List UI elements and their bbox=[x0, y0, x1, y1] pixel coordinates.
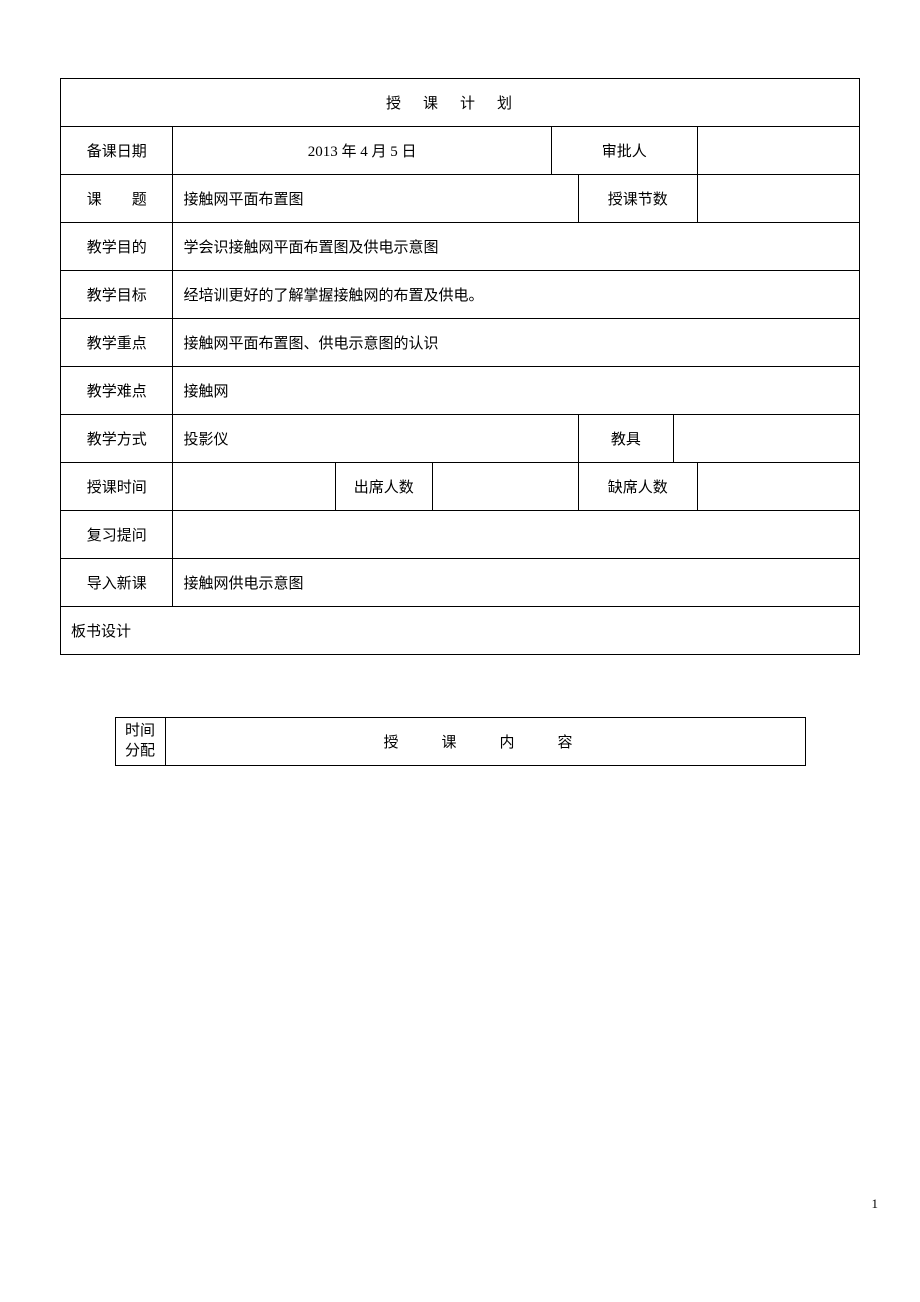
label-approver: 审批人 bbox=[551, 127, 697, 175]
value-board: 板书设计 bbox=[61, 607, 860, 655]
value-approver bbox=[697, 127, 859, 175]
value-absent bbox=[697, 463, 859, 511]
label-intro: 导入新课 bbox=[61, 559, 173, 607]
label-focus: 教学重点 bbox=[61, 319, 173, 367]
row-purpose: 教学目的 学会识接触网平面布置图及供电示意图 bbox=[61, 223, 860, 271]
label-aid: 教具 bbox=[578, 415, 673, 463]
lesson-plan-table: 授课计划 备课日期 2013 年 4 月 5 日 审批人 课 题 接触网平面布置… bbox=[60, 78, 860, 655]
value-intro: 接触网供电示意图 bbox=[173, 559, 860, 607]
value-difficulty: 接触网 bbox=[173, 367, 860, 415]
content-table: 时间 分配 授 课 内 容 bbox=[115, 717, 806, 766]
label-content-title: 授 课 内 容 bbox=[165, 718, 805, 766]
value-method: 投影仪 bbox=[173, 415, 578, 463]
label-prep-date: 备课日期 bbox=[61, 127, 173, 175]
row-difficulty: 教学难点 接触网 bbox=[61, 367, 860, 415]
value-subject: 接触网平面布置图 bbox=[173, 175, 578, 223]
label-difficulty: 教学难点 bbox=[61, 367, 173, 415]
value-review bbox=[173, 511, 860, 559]
plan-title: 授课计划 bbox=[61, 79, 860, 127]
title-row: 授课计划 bbox=[61, 79, 860, 127]
row-focus: 教学重点 接触网平面布置图、供电示意图的认识 bbox=[61, 319, 860, 367]
value-prep-date: 2013 年 4 月 5 日 bbox=[173, 127, 551, 175]
label-time: 授课时间 bbox=[61, 463, 173, 511]
content-header-row: 时间 分配 授 课 内 容 bbox=[115, 718, 805, 766]
value-focus: 接触网平面布置图、供电示意图的认识 bbox=[173, 319, 860, 367]
row-intro: 导入新课 接触网供电示意图 bbox=[61, 559, 860, 607]
row-review: 复习提问 bbox=[61, 511, 860, 559]
value-goal: 经培训更好的了解掌握接触网的布置及供电。 bbox=[173, 271, 860, 319]
label-present: 出席人数 bbox=[335, 463, 432, 511]
label-goal: 教学目标 bbox=[61, 271, 173, 319]
page-number: 1 bbox=[872, 1196, 879, 1212]
row-board: 板书设计 bbox=[61, 607, 860, 655]
label-absent: 缺席人数 bbox=[578, 463, 697, 511]
row-subject: 课 题 接触网平面布置图 授课节数 bbox=[61, 175, 860, 223]
row-method: 教学方式 投影仪 教具 bbox=[61, 415, 860, 463]
row-time: 授课时间 出席人数 缺席人数 bbox=[61, 463, 860, 511]
value-present bbox=[432, 463, 578, 511]
label-review: 复习提问 bbox=[61, 511, 173, 559]
label-periods: 授课节数 bbox=[578, 175, 697, 223]
label-time-alloc: 时间 分配 bbox=[115, 718, 165, 766]
value-aid bbox=[673, 415, 859, 463]
value-periods bbox=[697, 175, 859, 223]
row-goal: 教学目标 经培训更好的了解掌握接触网的布置及供电。 bbox=[61, 271, 860, 319]
value-time bbox=[173, 463, 335, 511]
label-subject: 课 题 bbox=[61, 175, 173, 223]
row-prep-date: 备课日期 2013 年 4 月 5 日 审批人 bbox=[61, 127, 860, 175]
label-method: 教学方式 bbox=[61, 415, 173, 463]
value-purpose: 学会识接触网平面布置图及供电示意图 bbox=[173, 223, 860, 271]
label-board: 板书设计 bbox=[71, 624, 131, 640]
label-purpose: 教学目的 bbox=[61, 223, 173, 271]
